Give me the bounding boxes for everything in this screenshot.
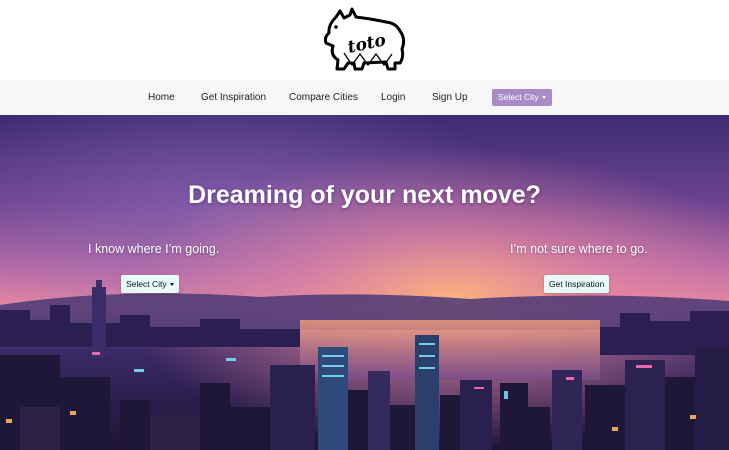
city-skyline-background — [0, 115, 729, 450]
nav-select-city-label: Select City — [498, 92, 539, 102]
hero-left-text: I know where I’m going. — [88, 242, 220, 256]
nav-get-inspiration[interactable]: Get Inspiration — [201, 80, 266, 115]
hero-section: Dreaming of your next move? I know where… — [0, 115, 729, 450]
hero-get-inspiration-button[interactable]: Get Inspiration — [544, 275, 610, 293]
nav-sign-up[interactable]: Sign Up — [432, 80, 468, 115]
hero-right-text: I’m not sure where to go. — [510, 242, 648, 256]
nav-compare-cities[interactable]: Compare Cities — [289, 80, 358, 115]
hero-select-city-button[interactable]: Select City — [121, 275, 179, 293]
nav-home[interactable]: Home — [148, 80, 175, 115]
scottie-dog-icon[interactable]: toto — [320, 5, 410, 75]
hero-select-city-label: Select City — [126, 279, 167, 289]
nav-login[interactable]: Login — [381, 80, 405, 115]
hero-title: Dreaming of your next move? — [188, 181, 541, 209]
navbar — [0, 80, 729, 115]
chevron-down-icon — [169, 283, 174, 287]
logo-bar: toto — [0, 0, 729, 80]
nav-select-city-dropdown[interactable]: Select City — [492, 89, 552, 106]
chevron-down-icon — [541, 96, 546, 100]
